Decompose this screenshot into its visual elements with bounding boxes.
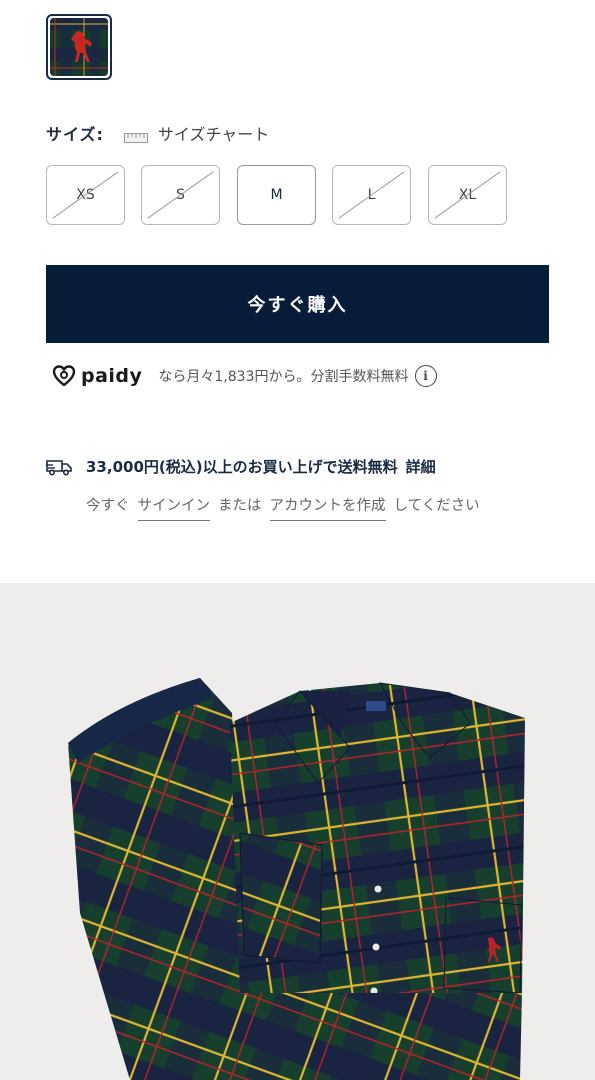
- signin-prefix: 今すぐ: [86, 498, 130, 514]
- paidy-installment-text: なら月々1,833円から。分割手数料無料: [158, 369, 409, 385]
- signin-middle: または: [218, 498, 262, 514]
- delivery-truck-icon: [46, 459, 72, 476]
- size-option-m[interactable]: M: [237, 165, 316, 225]
- unavailable-slash-icon: [147, 171, 214, 219]
- paidy-logo: paidy: [52, 364, 142, 388]
- size-row: サイズ: サイズチャート: [46, 121, 269, 145]
- size-chart-link[interactable]: サイズチャート: [158, 121, 269, 145]
- product-image[interactable]: [0, 583, 595, 1080]
- size-option-label: M: [270, 187, 283, 203]
- unavailable-slash-icon: [434, 171, 501, 219]
- polo-pony-plaid-swatch-icon: [50, 18, 108, 76]
- unavailable-slash-icon: [338, 171, 405, 219]
- signin-prompt: 今すぐ サインイン または アカウントを作成 してください: [86, 494, 480, 521]
- size-label: サイズ:: [46, 125, 104, 144]
- size-option-xs[interactable]: XS: [46, 165, 125, 225]
- shipping-details-link[interactable]: 詳細: [406, 456, 436, 477]
- paidy-heart-icon: [52, 365, 76, 387]
- ruler-icon[interactable]: [123, 128, 148, 143]
- size-option-s[interactable]: S: [141, 165, 220, 225]
- unavailable-slash-icon: [52, 171, 119, 219]
- paidy-brand: paidy: [81, 365, 143, 387]
- size-option-xl[interactable]: XL: [428, 165, 507, 225]
- buy-now-button[interactable]: 今すぐ購入: [46, 265, 549, 343]
- info-icon[interactable]: i: [414, 365, 437, 387]
- free-shipping-row: 33,000円(税込)以上のお買い上げで送料無料 詳細: [46, 456, 436, 477]
- plaid-pajama-set-image: [0, 583, 595, 1080]
- size-option-l[interactable]: L: [332, 165, 411, 225]
- free-shipping-text: 33,000円(税込)以上のお買い上げで送料無料: [86, 458, 398, 476]
- signin-suffix: してください: [393, 498, 480, 514]
- paidy-installment-row: paidy なら月々1,833円から。分割手数料無料 i: [52, 362, 437, 390]
- color-swatch-selected[interactable]: [46, 14, 112, 80]
- create-account-link[interactable]: アカウントを作成: [269, 494, 386, 521]
- signin-link[interactable]: サインイン: [137, 494, 210, 521]
